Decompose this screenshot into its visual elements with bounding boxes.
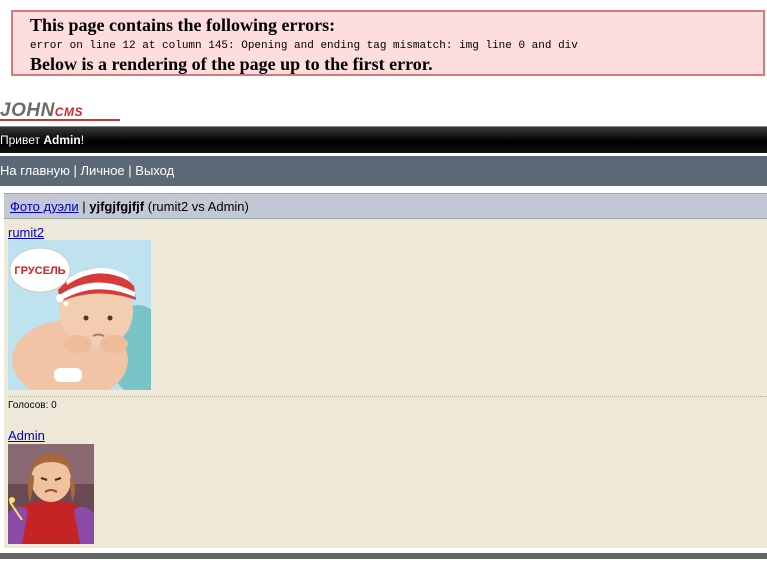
nav-personal-link[interactable]: Личное [80, 163, 124, 178]
site-logo[interactable]: JOHNCMS [0, 100, 83, 121]
duel-photo-admin[interactable] [8, 444, 94, 547]
duel-info: (rumit2 vs Admin) [144, 199, 249, 214]
photo-duel-content: Фото дуэли | yjfgjfgjfjf (rumit2 vs Admi… [4, 193, 767, 548]
entry-divider [8, 396, 767, 397]
duel-photo-rumit2[interactable]: ГРУСЕЛЬ [8, 240, 168, 400]
header-separator: | [78, 199, 90, 214]
user-link-rumit2[interactable]: rumit2 [8, 225, 44, 240]
nav-bar: На главную | Личное | Выход [0, 156, 767, 186]
greeting-prefix: Привет [0, 133, 44, 147]
error-title: This page contains the following errors: [30, 15, 336, 35]
xml-error-box: This page contains the following errors:… [11, 10, 765, 76]
user-link-admin[interactable]: Admin [8, 428, 45, 443]
votes-count: Голосов: 0 [8, 400, 57, 411]
greeting-suffix: ! [80, 133, 85, 147]
nav-separator: | [69, 163, 81, 178]
nav-home-link[interactable]: На главную [0, 163, 70, 178]
error-rendering-note: Below is a rendering of the page up to t… [30, 54, 433, 74]
nav-separator: | [124, 163, 136, 178]
greeting-user: Admin [43, 133, 81, 147]
section-link-photo-duels[interactable]: Фото дуэли [10, 199, 79, 214]
nav-exit-link[interactable]: Выход [135, 163, 174, 178]
page-header: Фото дуэли | yjfgjfgjfjf (rumit2 vs Admi… [4, 193, 767, 219]
greeting-bar: Привет Admin! [0, 126, 767, 153]
duel-name: yjfgjfgjfjf [89, 199, 145, 214]
logo-main-text: JOHN [0, 100, 55, 121]
logo-underline [0, 119, 120, 121]
photo-caption-text: ГРУСЕЛЬ [14, 265, 65, 277]
error-message: error on line 12 at column 145: Opening … [30, 40, 578, 52]
footer-bar [0, 553, 767, 559]
logo-sub-text: CMS [54, 105, 83, 119]
